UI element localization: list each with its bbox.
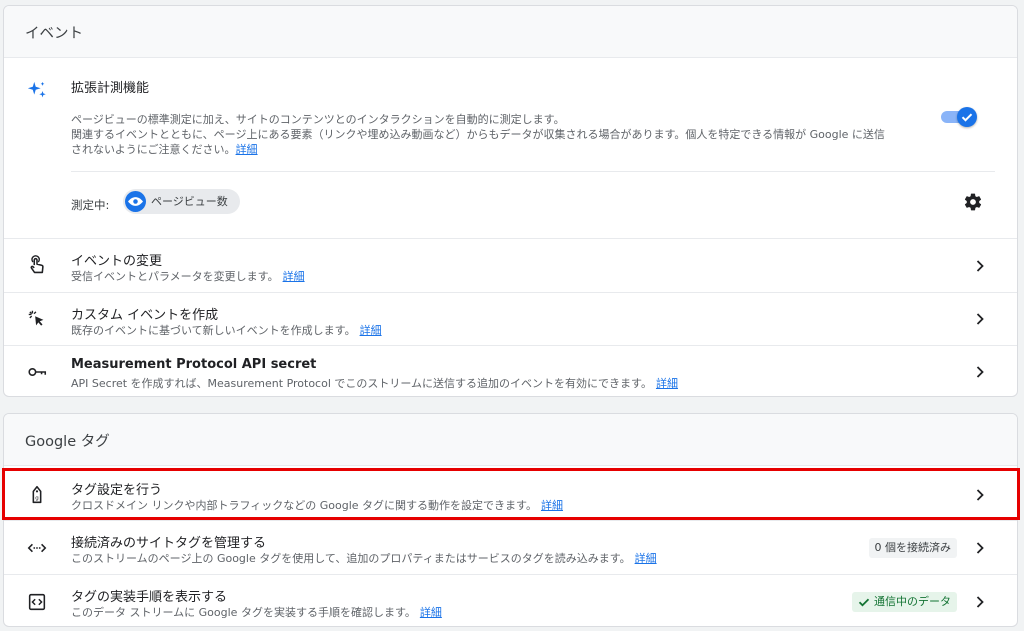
- cursor-click-icon: [26, 308, 48, 330]
- row-subtitle: API Secret を作成すれば、Measurement Protocol で…: [71, 377, 678, 390]
- pageview-chip: ページビュー数: [123, 189, 240, 214]
- chevron-right-icon: [973, 365, 987, 379]
- chevron-right-icon: [973, 595, 987, 609]
- enhanced-desc-line3: されないようにご注意ください。詳細: [71, 143, 258, 156]
- detail-link[interactable]: 詳細: [283, 270, 305, 283]
- row-subtitle: このデータ ストリームに Google タグを実装する手順を確認します。 詳細: [71, 606, 442, 619]
- eye-icon: [125, 191, 146, 212]
- detail-link[interactable]: 詳細: [635, 552, 657, 565]
- enhanced-desc-line1: ページビューの標準測定に加え、サイトのコンテンツとのインタラクションを自動的に測…: [71, 113, 565, 126]
- chip-label: ページビュー数: [151, 195, 228, 208]
- measuring-label: 測定中:: [71, 198, 110, 212]
- row-tag-settings[interactable]: g タグ設定を行う クロスドメイン リンクや内部トラフィックなどの Google…: [4, 469, 1017, 521]
- row-title: タグ設定を行う: [71, 483, 163, 498]
- code-box-icon: [26, 591, 48, 613]
- row-title: 接続済みのサイトタグを管理する: [71, 536, 267, 551]
- enhanced-desc-line2: 関連するイベントとともに、ページ上にある要素（リンクや埋め込み動画など）からもデ…: [71, 128, 885, 141]
- row-title: タグの実装手順を表示する: [71, 590, 228, 605]
- row-modify-events[interactable]: イベントの変更 受信イベントとパラメータを変更します。 詳細: [4, 239, 1017, 293]
- code-arrows-icon: [26, 537, 48, 559]
- events-header: イベント: [4, 6, 1017, 58]
- check-icon: [858, 598, 870, 606]
- chevron-right-icon: [973, 541, 987, 555]
- detail-link[interactable]: 詳細: [656, 377, 678, 390]
- touch-icon: [26, 254, 48, 277]
- row-subtitle: このストリームのページ上の Google タグを使用して、追加のプロパティまたは…: [71, 552, 657, 565]
- check-icon: [957, 107, 977, 127]
- row-connected-site-tags[interactable]: 接続済みのサイトタグを管理する このストリームのページ上の Google タグを…: [4, 521, 1017, 575]
- chevron-right-icon: [973, 259, 987, 273]
- row-subtitle: 既存のイベントに基づいて新しいイベントを作成します。 詳細: [71, 324, 382, 337]
- enhanced-detail-link[interactable]: 詳細: [236, 143, 258, 156]
- tag-icon: g: [26, 484, 48, 506]
- svg-text:g: g: [35, 495, 39, 501]
- enhanced-measurement-block: 拡張計測機能 ページビューの標準測定に加え、サイトのコンテンツとのインタラクショ…: [4, 58, 1017, 239]
- row-tag-instructions[interactable]: タグの実装手順を表示する このデータ ストリームに Google タグを実装する…: [4, 575, 1017, 626]
- sparkle-icon: [26, 80, 48, 102]
- detail-link[interactable]: 詳細: [541, 499, 563, 512]
- chevron-right-icon: [973, 312, 987, 326]
- detail-link[interactable]: 詳細: [420, 606, 442, 619]
- gear-icon[interactable]: [963, 192, 983, 212]
- row-measurement-protocol[interactable]: Measurement Protocol API secret API Secr…: [4, 346, 1017, 396]
- row-create-custom-event[interactable]: カスタム イベントを作成 既存のイベントに基づいて新しいイベントを作成します。詳…: [4, 293, 1017, 346]
- row-title: イベントの変更: [71, 254, 163, 269]
- google-tag-header-title: Google タグ: [25, 434, 110, 450]
- enhanced-measurement-toggle[interactable]: [941, 107, 977, 127]
- google-tag-card: Google タグ g タグ設定を行う クロスドメイン リンクや内部トラフィック…: [3, 413, 1018, 627]
- enhanced-measurement-title: 拡張計測機能: [71, 81, 150, 96]
- connected-count-badge: 0 個を接続済み: [868, 537, 957, 558]
- key-icon: [26, 361, 48, 383]
- data-flowing-badge: 通信中のデータ: [852, 591, 957, 612]
- chevron-right-icon: [973, 488, 987, 502]
- events-card: イベント 拡張計測機能 ページビューの標準測定に加え、サイトのコンテンツとのイン…: [3, 5, 1018, 397]
- row-subtitle: クロスドメイン リンクや内部トラフィックなどの Google タグに関する動作を…: [71, 499, 563, 512]
- detail-link[interactable]: 詳細: [360, 324, 382, 337]
- events-header-title: イベント: [25, 26, 83, 42]
- row-title: カスタム イベントを作成: [71, 308, 219, 323]
- google-tag-header: Google タグ: [4, 414, 1017, 466]
- row-title: Measurement Protocol API secret: [71, 357, 317, 372]
- row-subtitle: 受信イベントとパラメータを変更します。 詳細: [71, 270, 305, 283]
- divider: [71, 171, 995, 172]
